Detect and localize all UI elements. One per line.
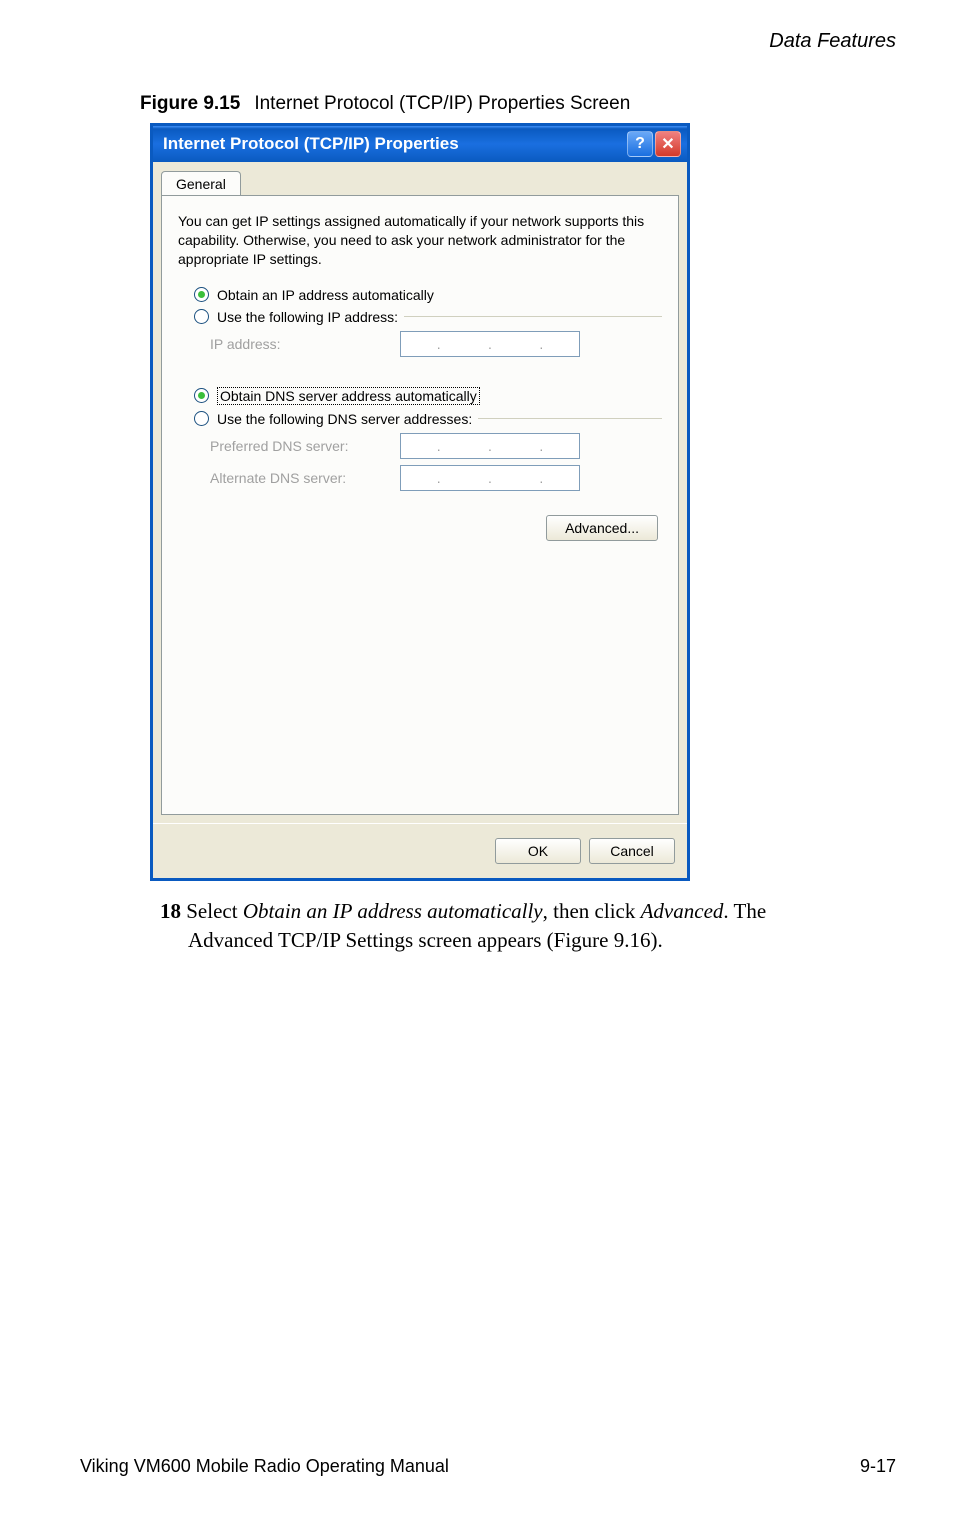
group-divider <box>478 418 662 419</box>
radio-obtain-ip-label: Obtain an IP address automatically <box>217 287 434 303</box>
preferred-dns-label: Preferred DNS server: <box>210 438 390 454</box>
ip-address-input[interactable]: ... <box>400 331 580 357</box>
footer-manual-title: Viking VM600 Mobile Radio Operating Manu… <box>80 1456 449 1477</box>
tcpip-properties-dialog: Internet Protocol (TCP/IP) Properties ? … <box>150 123 690 881</box>
dialog-title: Internet Protocol (TCP/IP) Properties <box>163 134 627 154</box>
radio-use-dns-label: Use the following DNS server addresses: <box>217 411 472 427</box>
figure-number: Figure 9.15 <box>140 93 240 114</box>
dialog-titlebar[interactable]: Internet Protocol (TCP/IP) Properties ? … <box>153 126 687 162</box>
tab-general[interactable]: General <box>161 171 241 196</box>
figure-title: Internet Protocol (TCP/IP) Properties Sc… <box>254 93 630 114</box>
radio-icon <box>194 309 209 324</box>
ok-button[interactable]: OK <box>495 838 581 864</box>
close-icon[interactable]: ✕ <box>655 131 681 157</box>
tab-strip: General <box>153 162 687 195</box>
preferred-dns-input[interactable]: ... <box>400 433 580 459</box>
page-footer: Viking VM600 Mobile Radio Operating Manu… <box>80 1456 896 1477</box>
intro-text: You can get IP settings assigned automat… <box>178 212 662 269</box>
alternate-dns-label: Alternate DNS server: <box>210 470 390 486</box>
radio-icon <box>194 388 209 403</box>
step-number: 18 <box>160 899 181 923</box>
step-18-text: 18 Select Obtain an IP address automatic… <box>160 897 836 956</box>
alternate-dns-input[interactable]: ... <box>400 465 580 491</box>
ip-address-label: IP address: <box>210 336 390 352</box>
figure-caption: Figure 9.15 Internet Protocol (TCP/IP) Pr… <box>140 93 896 115</box>
cancel-button[interactable]: Cancel <box>589 838 675 864</box>
radio-use-ip[interactable]: Use the following IP address: <box>194 309 662 325</box>
radio-use-ip-label: Use the following IP address: <box>217 309 398 325</box>
radio-obtain-dns-label: Obtain DNS server address automatically <box>217 387 480 405</box>
radio-icon <box>194 411 209 426</box>
radio-obtain-dns[interactable]: Obtain DNS server address automatically <box>194 387 662 405</box>
radio-use-dns[interactable]: Use the following DNS server addresses: <box>194 411 662 427</box>
dialog-button-bar: OK Cancel <box>153 823 687 878</box>
page-header-section: Data Features <box>80 30 896 53</box>
radio-obtain-ip[interactable]: Obtain an IP address automatically <box>194 287 662 303</box>
advanced-button[interactable]: Advanced... <box>546 515 658 541</box>
group-divider <box>404 316 662 317</box>
radio-icon <box>194 287 209 302</box>
footer-page-number: 9-17 <box>860 1456 896 1477</box>
general-panel: You can get IP settings assigned automat… <box>161 195 679 815</box>
help-icon[interactable]: ? <box>627 131 653 157</box>
